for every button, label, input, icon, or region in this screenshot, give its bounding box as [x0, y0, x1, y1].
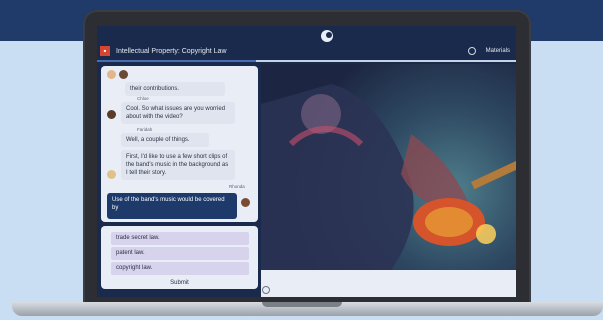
speaker-name: Rhonda: [229, 184, 245, 189]
chat-panel[interactable]: their contributions. Chloe Cool. So what…: [101, 66, 258, 222]
answer-option[interactable]: trade secret law.: [111, 232, 249, 245]
avatar: [107, 110, 116, 119]
avatar: [241, 198, 250, 207]
answer-option[interactable]: copyright law.: [111, 262, 249, 275]
media-toolbar: [261, 270, 516, 297]
user-message: Use of the band's music would be covered…: [107, 193, 237, 219]
answer-panel: trade secret law. patent law. copyright …: [101, 226, 258, 289]
avatar-row: [107, 70, 128, 79]
chat-message: their contributions.: [125, 82, 225, 96]
chat-message: Well, a couple of things.: [121, 133, 209, 147]
progress-bar: [97, 60, 516, 62]
chat-message: First, I'd like to use a few short clips…: [121, 150, 235, 180]
avatar: [107, 170, 116, 179]
course-icon: ■: [100, 46, 110, 56]
app-logo-icon: [321, 30, 333, 42]
submit-button[interactable]: Submit: [101, 280, 258, 286]
avatar: [119, 70, 128, 79]
guitarist-image: [261, 64, 516, 294]
avatar: [107, 70, 116, 79]
speaker-name: Faridah: [137, 127, 153, 132]
app-bar: ■ Intellectual Property: Copyright Law M…: [97, 44, 516, 58]
answer-option[interactable]: patent law.: [111, 247, 249, 260]
speaker-name: Chloe: [137, 96, 149, 101]
course-title: Intellectual Property: Copyright Law: [116, 47, 227, 55]
globe-icon[interactable]: [467, 47, 476, 55]
laptop-notch: [262, 302, 342, 307]
info-icon[interactable]: [262, 286, 270, 294]
laptop-screen: ■ Intellectual Property: Copyright Law M…: [97, 26, 516, 297]
materials-link[interactable]: Materials: [486, 48, 510, 54]
progress-fill: [97, 60, 257, 62]
chat-message: Cool. So what issues are you worried abo…: [121, 102, 235, 124]
